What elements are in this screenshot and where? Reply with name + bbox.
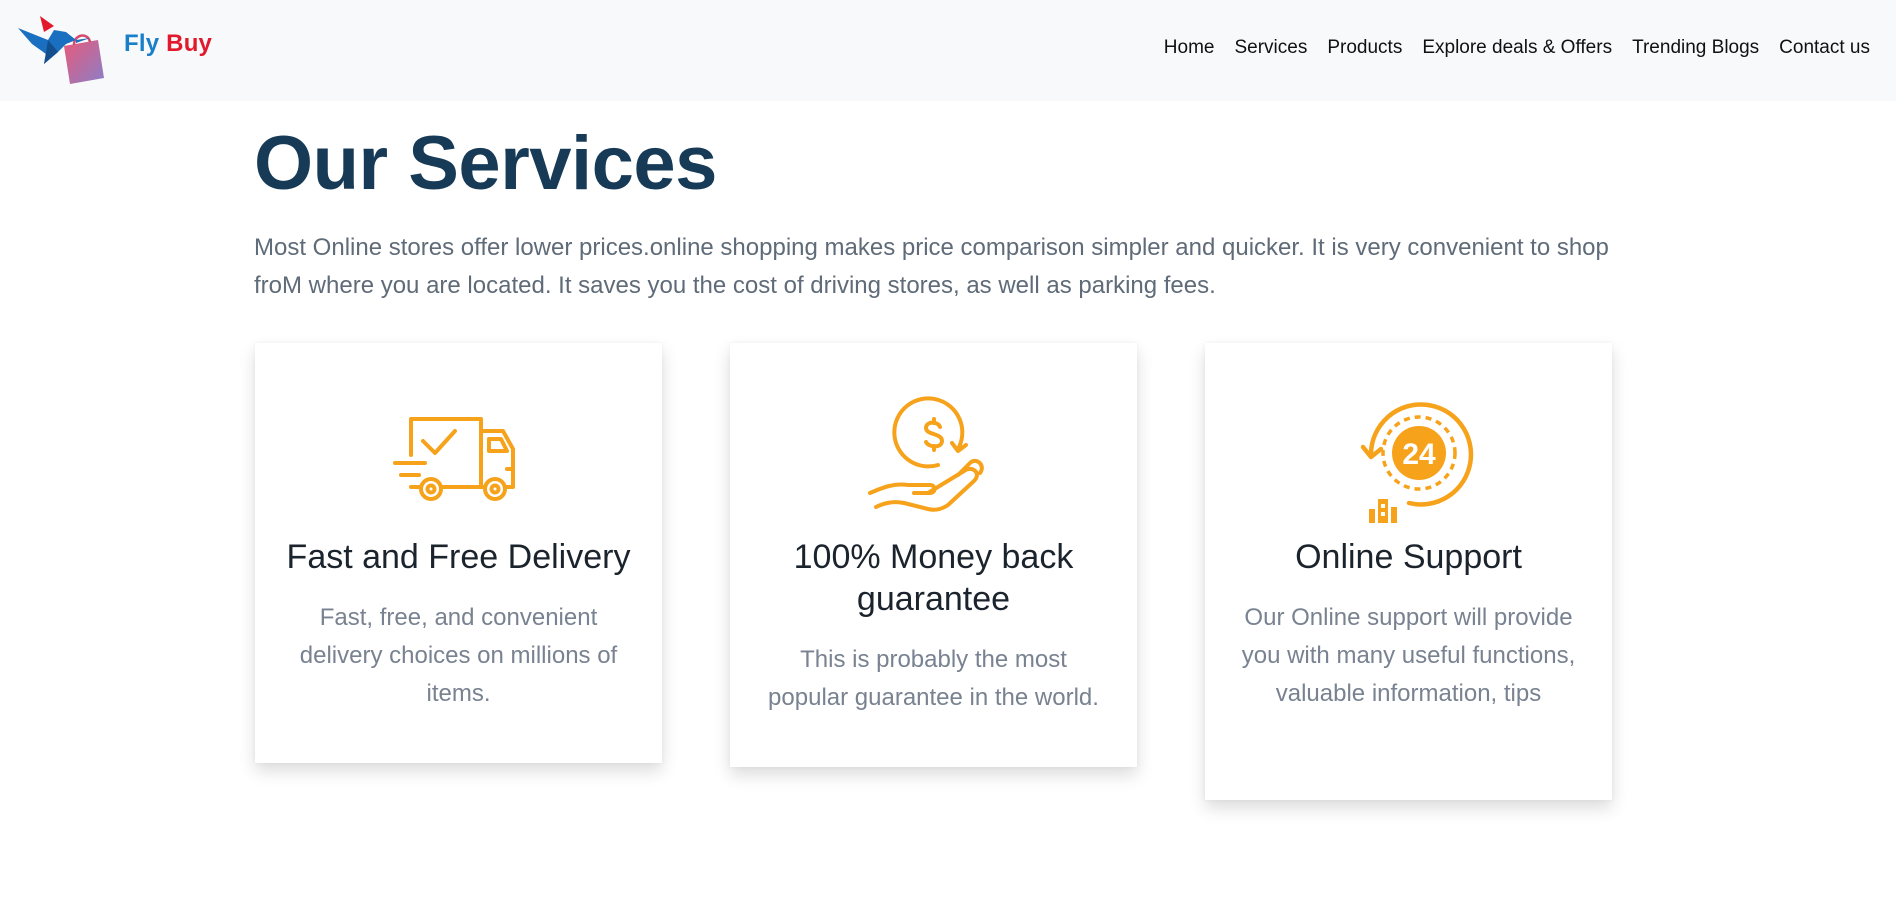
- service-card-online-support: 24 Online Support Our Online support wil…: [1205, 343, 1612, 800]
- service-title: Fast and Free Delivery: [286, 538, 631, 576]
- money-back-hand-icon: [867, 396, 984, 512]
- nav-link-deals-offers[interactable]: Explore deals & Offers: [1422, 37, 1612, 59]
- service-card-money-back: 100% Money back guarantee This is probab…: [730, 343, 1137, 767]
- nav-link-products[interactable]: Products: [1327, 37, 1402, 59]
- hummingbird-logo-icon: [18, 16, 104, 84]
- nav-link-home[interactable]: Home: [1164, 37, 1215, 59]
- section-description: Most Online stores offer lower prices.on…: [254, 234, 1609, 299]
- navbar: Fly Buy Home Services Products Explore d…: [0, 0, 1896, 101]
- nav-link-services[interactable]: Services: [1234, 37, 1307, 59]
- service-title: 100% Money back guarantee: [793, 538, 1074, 618]
- delivery-truck-icon: [392, 417, 515, 501]
- nav-link-contact-us[interactable]: Contact us: [1779, 37, 1870, 59]
- service-title: Online Support: [1295, 538, 1522, 576]
- brand-link[interactable]: Fly Buy: [18, 14, 212, 86]
- nav-links: Home Services Products Explore deals & O…: [1144, 37, 1870, 59]
- service-text: Our Online support will provide you with…: [1241, 604, 1576, 707]
- nav-link-trending-blogs[interactable]: Trending Blogs: [1632, 37, 1759, 59]
- brand-name-fly: Fly: [124, 30, 160, 57]
- support-24-hours-icon: 24: [1360, 402, 1473, 523]
- brand-name: Fly Buy: [124, 30, 212, 58]
- brand-name-buy: Buy: [166, 30, 213, 57]
- service-text: This is probably the most popular guaran…: [768, 646, 1099, 711]
- page-title: Our Services: [254, 121, 717, 206]
- service-card-delivery: Fast and Free Delivery Fast, free, and c…: [255, 343, 662, 763]
- service-text: Fast, free, and convenient delivery choi…: [299, 604, 618, 707]
- svg-text:24: 24: [1402, 438, 1436, 471]
